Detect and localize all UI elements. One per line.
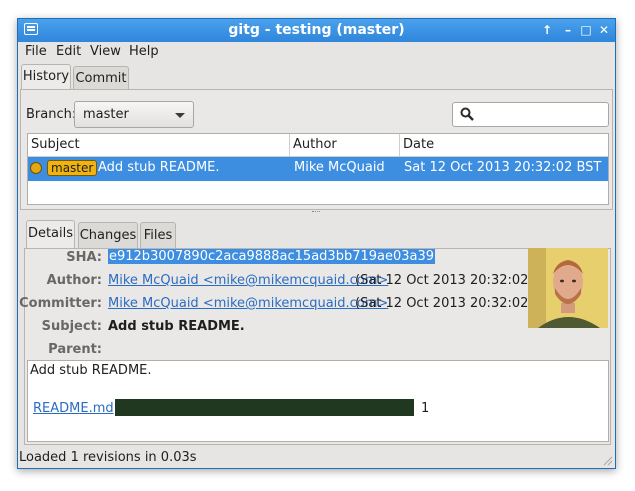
column-subject[interactable]: Subject: [28, 134, 290, 157]
branch-selector[interactable]: master: [74, 101, 194, 128]
subject-value: Add stub README.: [108, 319, 245, 334]
column-date[interactable]: Date: [400, 134, 608, 157]
commit-message-view: Add stub README. README.md 1: [27, 360, 609, 442]
window-title: gitg - testing (master): [228, 22, 405, 38]
app-window: gitg - testing (master) ↑ – □ ✕ File Edi…: [17, 18, 616, 469]
keep-above-icon[interactable]: ↑: [539, 22, 555, 38]
subject-label: Subject:: [41, 319, 102, 334]
committer-link[interactable]: Mike McQuaid <mike@mikemcquaid.com>: [108, 296, 388, 311]
row-author: Mike McQuaid: [294, 160, 385, 175]
minimize-icon[interactable]: –: [560, 22, 576, 38]
tab-files[interactable]: Files: [140, 222, 176, 248]
close-icon[interactable]: ✕: [596, 22, 612, 38]
tab-details[interactable]: Details: [26, 220, 75, 248]
row-date: Sat 12 Oct 2013 20:32:02 BST: [404, 160, 602, 175]
menu-edit[interactable]: Edit: [56, 44, 81, 59]
branch-label: Branch:: [26, 107, 77, 122]
changed-file-link[interactable]: README.md: [33, 401, 114, 416]
row-subject: Add stub README.: [98, 160, 220, 175]
diff-stat-count: 1: [421, 401, 430, 416]
diff-stat-bar: [115, 399, 414, 416]
pane-splitter-handle[interactable]: [312, 211, 320, 215]
avatar: [528, 248, 608, 328]
chevron-down-icon: [175, 113, 185, 118]
maximize-icon[interactable]: □: [578, 22, 594, 38]
menu-view[interactable]: View: [90, 44, 121, 59]
tab-changes[interactable]: Changes: [78, 222, 138, 248]
commit-graph-node: [30, 162, 42, 174]
title-bar[interactable]: gitg - testing (master) ↑ – □ ✕: [18, 19, 615, 42]
author-link[interactable]: Mike McQuaid <mike@mikemcquaid.com>: [108, 273, 388, 288]
branch-value: master: [83, 107, 129, 122]
menu-help[interactable]: Help: [129, 44, 159, 59]
search-input[interactable]: [452, 102, 609, 127]
branch-ref-badge: master: [47, 160, 98, 176]
committer-label: Committer:: [19, 296, 102, 311]
tab-history[interactable]: History: [21, 64, 71, 89]
sha-value[interactable]: e912b3007890c2aca9888ac15ad3bb719ae03a39: [108, 249, 436, 264]
menu-bar: File Edit View Help: [18, 42, 615, 64]
column-author[interactable]: Author: [290, 134, 400, 157]
message-text: Add stub README.: [30, 363, 152, 378]
author-label: Author:: [46, 273, 102, 288]
resize-grip-icon[interactable]: [601, 454, 613, 466]
status-text: Loaded 1 revisions in 0.03s: [19, 450, 197, 465]
menu-file[interactable]: File: [25, 44, 47, 59]
tab-commit[interactable]: Commit: [73, 66, 129, 89]
table-row[interactable]: master Add stub README. Mike McQuaid Sat…: [28, 157, 608, 181]
parent-label: Parent:: [48, 342, 102, 357]
commit-log[interactable]: Subject Author Date master Add stub READ…: [27, 133, 609, 205]
search-icon: [460, 107, 474, 121]
sha-label: SHA:: [66, 250, 102, 265]
